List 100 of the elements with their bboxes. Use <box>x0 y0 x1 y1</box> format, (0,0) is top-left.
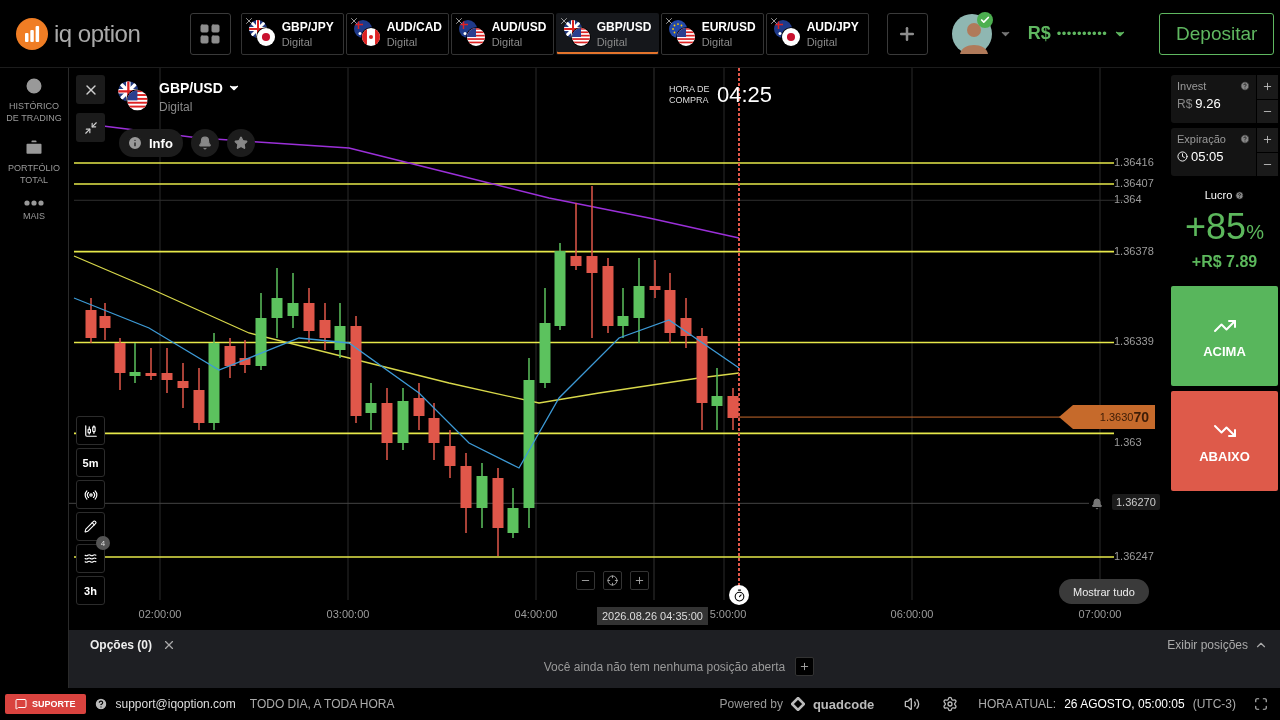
candle <box>239 339 251 374</box>
sidebar-item[interactable]: HISTÓRICO DE TRADING <box>2 76 66 124</box>
timezone: (UTC-3) <box>1192 697 1236 711</box>
clock-value: 26 AGOSTO, 05:00:05 <box>1064 697 1185 711</box>
candle <box>680 297 692 349</box>
help-icon <box>1240 81 1250 91</box>
close-icon[interactable] <box>243 15 254 26</box>
help-icon <box>1240 134 1250 144</box>
support-email[interactable]: support@iqoption.com <box>115 697 236 711</box>
chart-type-button[interactable] <box>76 416 105 445</box>
close-icon[interactable] <box>558 15 569 26</box>
asset-name: AUD/CAD <box>386 19 442 34</box>
bell-icon[interactable] <box>1091 498 1103 511</box>
add-button[interactable] <box>795 657 815 676</box>
price-label: 1.363 <box>1114 436 1142 449</box>
candle <box>428 402 440 461</box>
grid-button[interactable] <box>189 12 231 55</box>
asset-tab[interactable]: EUR/USD Digital <box>660 12 764 55</box>
price-label: 1.36247 <box>1114 549 1154 562</box>
close-icon[interactable] <box>768 15 779 26</box>
close-icon[interactable] <box>663 15 674 26</box>
flag-pair-icon <box>667 18 698 49</box>
asset-tab[interactable]: AUD/JPY Digital <box>765 12 869 55</box>
close-icon[interactable] <box>348 15 359 26</box>
candle <box>85 297 97 344</box>
sidebar-item[interactable]: PORTFÓLIO TOTAL <box>2 138 66 186</box>
grid-icon <box>198 21 223 46</box>
positions-title: Opções (0) <box>90 638 152 652</box>
candle <box>224 337 236 379</box>
candle <box>303 287 315 344</box>
asset-selector[interactable]: GBP/USD <box>159 80 241 96</box>
empty-message: Você ainda não tem nenhuma posição aberta <box>543 659 786 674</box>
invest-field[interactable]: Invest R$ 9.26 <box>1171 75 1278 123</box>
asset-tab[interactable]: GBP/JPY Digital <box>240 12 344 55</box>
bell-button[interactable] <box>190 129 219 157</box>
candle <box>649 259 661 299</box>
plus-icon <box>799 661 811 672</box>
star-button[interactable] <box>226 129 255 157</box>
candle <box>129 342 141 384</box>
help-icon <box>93 697 108 711</box>
candle <box>177 362 189 409</box>
price-label: 1.36407 <box>1114 176 1154 189</box>
show-all-button[interactable]: Mostrar tudo <box>1059 579 1149 604</box>
period-button[interactable]: 3h <box>76 576 105 605</box>
plus-button[interactable] <box>1257 128 1278 152</box>
info-button[interactable]: Info <box>119 129 183 157</box>
zoom-in-button[interactable] <box>630 571 649 590</box>
more-icon <box>24 200 44 206</box>
close-icon[interactable] <box>162 638 176 652</box>
logo-icon <box>16 17 48 50</box>
asset-name: EUR/USD <box>701 19 756 34</box>
sound-icon[interactable] <box>904 696 921 712</box>
plus-icon <box>1262 81 1273 93</box>
collapse-button[interactable] <box>76 113 105 142</box>
asset-tab[interactable]: GBP/USD Digital <box>555 12 659 55</box>
close-icon[interactable] <box>453 15 464 26</box>
asset-tab[interactable]: AUD/USD Digital <box>450 12 554 55</box>
collapse-icon <box>83 120 98 135</box>
currency-label: R$ <box>1177 96 1193 111</box>
logo-text: iq option <box>54 19 141 48</box>
info-icon <box>127 135 143 151</box>
asset-type: Digital <box>806 35 839 48</box>
timeframe-button[interactable]: 5m <box>76 448 105 477</box>
bell-icon <box>197 136 212 150</box>
balance-selector[interactable]: R$ •••••••••• <box>1027 23 1140 44</box>
flag-pair-icon <box>117 80 151 114</box>
fullscreen-icon[interactable] <box>1254 697 1268 711</box>
profit-amount: +R$ 7.89 <box>1190 253 1259 271</box>
asset-name: AUD/JPY <box>806 19 859 34</box>
candle <box>287 272 299 329</box>
expiry-value: 05:05 <box>1191 149 1224 164</box>
price-label: 1.36339 <box>1114 335 1154 348</box>
close-button[interactable] <box>76 75 105 104</box>
asset-type: Digital <box>596 35 629 48</box>
asset-type: Digital <box>491 35 524 48</box>
support-button[interactable]: SUPORTE <box>5 694 86 714</box>
show-positions-toggle[interactable]: Exibir posições <box>1167 638 1268 652</box>
add-tab-button[interactable] <box>886 12 928 55</box>
expiry-field[interactable]: Expiração 05:05 <box>1171 128 1278 176</box>
down-button[interactable]: ABAIXO <box>1171 391 1278 491</box>
signal-button[interactable] <box>76 480 105 509</box>
time-label: 03:00:00 <box>326 608 370 620</box>
indicators-button[interactable] <box>76 544 105 573</box>
candlestick-icon <box>83 423 98 438</box>
asset-tab[interactable]: AUD/CAD Digital <box>345 12 449 55</box>
center-button[interactable] <box>603 571 622 590</box>
candle <box>193 367 205 431</box>
signal-icon <box>83 487 98 502</box>
plus-button[interactable] <box>1257 75 1278 99</box>
sidebar-item[interactable]: MAIS <box>2 200 66 222</box>
candle <box>413 382 425 431</box>
candle <box>319 302 331 351</box>
avatar[interactable] <box>951 13 992 54</box>
pencil-button[interactable] <box>76 512 105 541</box>
settings-icon[interactable] <box>942 696 959 712</box>
flag-pair-icon <box>352 18 383 49</box>
price-label: 1.36416 <box>1114 156 1154 168</box>
time-label: 5:00:00 <box>709 608 747 620</box>
price-label: 1.36378 <box>1114 244 1154 257</box>
deposit-button[interactable]: Depositar <box>1159 12 1274 55</box>
